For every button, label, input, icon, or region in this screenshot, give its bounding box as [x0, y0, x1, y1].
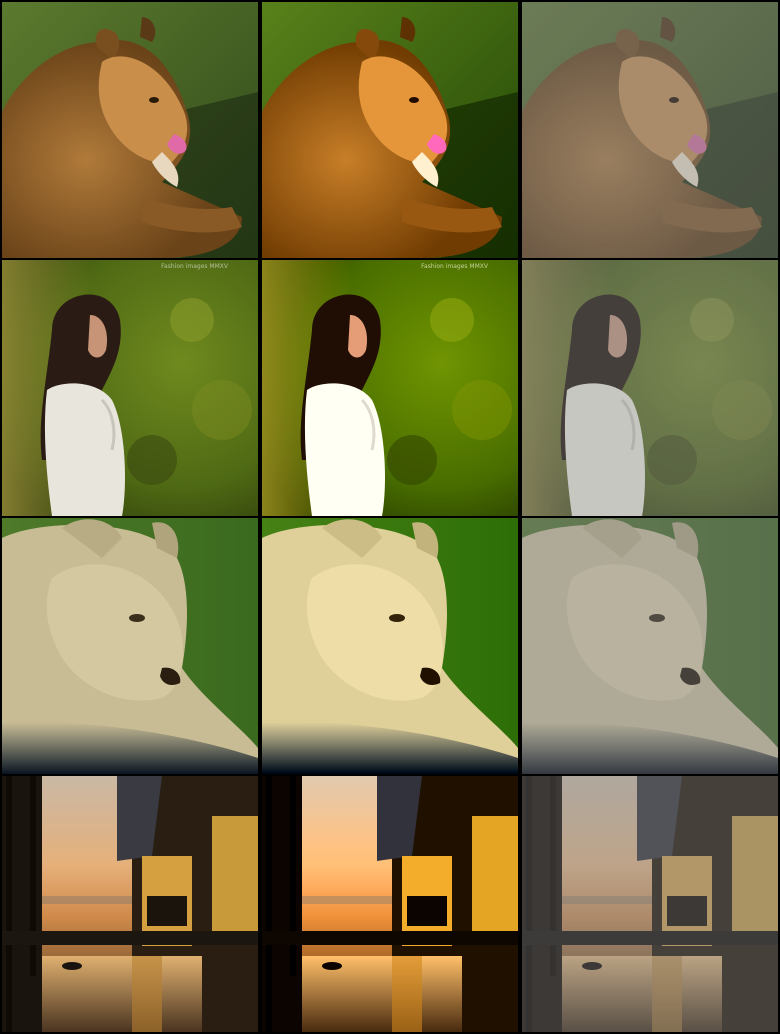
- woman-greenery-image: [262, 260, 518, 516]
- dock-sunset-image: [522, 776, 778, 1032]
- lioness-closeup-original: [2, 518, 258, 774]
- lioness-grass-hazy: [522, 2, 778, 258]
- watermark-text: Fashion images MMXV: [421, 263, 488, 270]
- lioness-grass-enhanced: [262, 2, 518, 258]
- woman-greenery-image: [2, 260, 258, 516]
- lioness-grass-original: [2, 2, 258, 258]
- watermark-text: Fashion images MMXV: [161, 263, 228, 270]
- dock-sunset-hazy: [522, 776, 778, 1032]
- lioness-grass-image: [522, 2, 778, 258]
- dock-sunset-original: [2, 776, 258, 1032]
- image-comparison-grid: Fashion images MMXV Fashion images MMXV: [0, 0, 780, 1034]
- dock-sunset-enhanced: [262, 776, 518, 1032]
- woman-greenery-enhanced: Fashion images MMXV: [262, 260, 518, 516]
- woman-greenery-original: Fashion images MMXV: [2, 260, 258, 516]
- dock-sunset-image: [2, 776, 258, 1032]
- woman-greenery-hazy: [522, 260, 778, 516]
- lioness-grass-image: [262, 2, 518, 258]
- lioness-closeup-image: [262, 518, 518, 774]
- lioness-closeup-image: [2, 518, 258, 774]
- lioness-closeup-enhanced: [262, 518, 518, 774]
- lioness-closeup-image: [522, 518, 778, 774]
- lioness-grass-image: [2, 2, 258, 258]
- woman-greenery-image: [522, 260, 778, 516]
- lioness-closeup-hazy: [522, 518, 778, 774]
- dock-sunset-image: [262, 776, 518, 1032]
